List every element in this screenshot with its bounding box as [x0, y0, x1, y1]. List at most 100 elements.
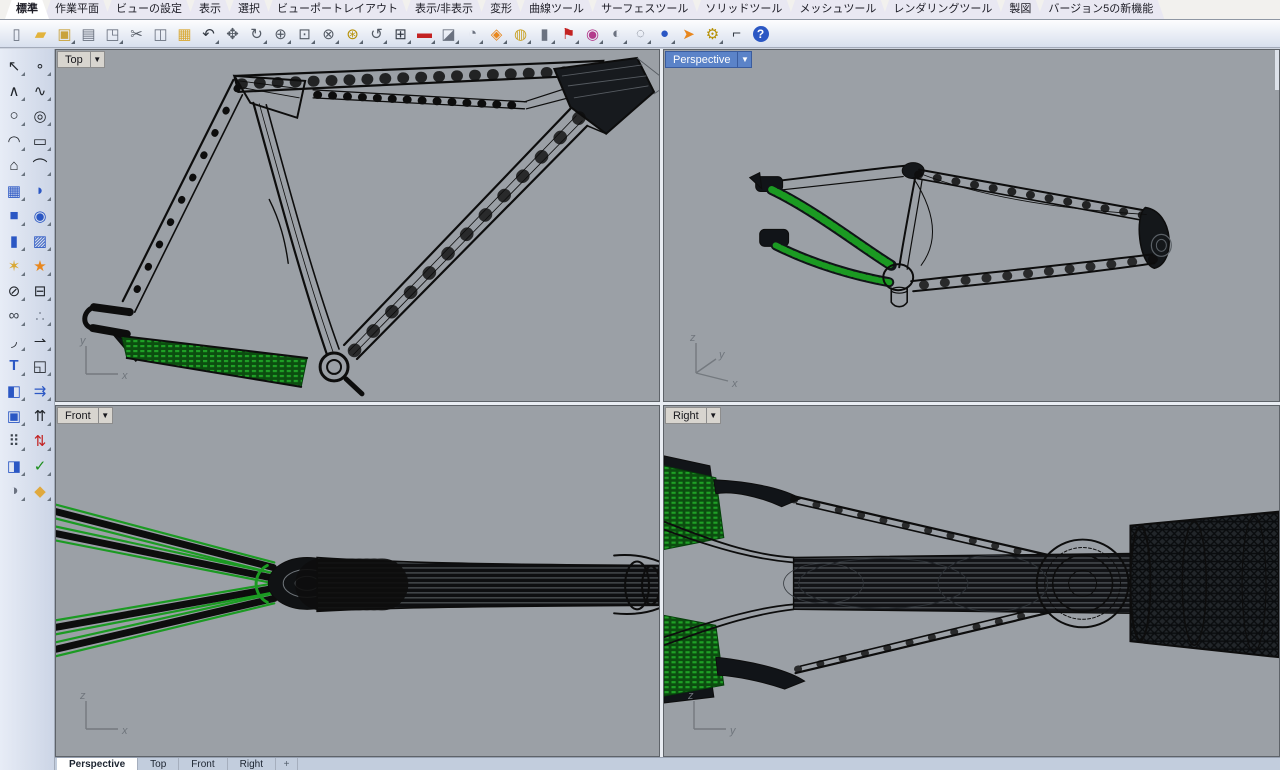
- mirror-icon[interactable]: ◨: [1, 453, 27, 478]
- lock-icon[interactable]: ▮: [533, 22, 556, 45]
- solid-box-icon[interactable]: ▣: [1, 403, 27, 428]
- export-file-icon[interactable]: ◳: [101, 22, 124, 45]
- gears-icon[interactable]: ⚙: [701, 22, 724, 45]
- array-icon[interactable]: ⠿: [1, 428, 27, 453]
- menu-tab-curve-tools[interactable]: 曲線ツール: [518, 0, 595, 19]
- offset-icon[interactable]: ⇉: [27, 378, 53, 403]
- handle-curve-icon[interactable]: ⌒: [27, 153, 53, 178]
- viewport-tab-right[interactable]: Right: [228, 758, 276, 770]
- join-icon[interactable]: ∞: [1, 303, 27, 328]
- help-icon[interactable]: ?: [749, 22, 772, 45]
- point-edit-icon[interactable]: ◱: [27, 353, 53, 378]
- rotate-view-icon[interactable]: ↻: [245, 22, 268, 45]
- polygon-icon[interactable]: ⌂: [1, 153, 27, 178]
- cone-icon[interactable]: ➤: [677, 22, 700, 45]
- viewport-tab-perspective[interactable]: Perspective: [57, 758, 139, 770]
- viewport-tab-front[interactable]: Front: [179, 758, 228, 770]
- open-file-icon[interactable]: ▰: [29, 22, 52, 45]
- cut-icon[interactable]: ✂: [125, 22, 148, 45]
- menu-tab-view-settings[interactable]: ビューの設定: [105, 0, 193, 19]
- chevron-down-icon[interactable]: ▼: [91, 55, 104, 64]
- zoom-selected-icon[interactable]: ⊛: [341, 22, 364, 45]
- pennant-icon[interactable]: ⚑: [557, 22, 580, 45]
- viewport-right[interactable]: Right ▼ z y: [663, 405, 1280, 757]
- ellipse-icon[interactable]: ◎: [27, 103, 53, 128]
- pan-icon[interactable]: ✥: [221, 22, 244, 45]
- curved-surface-icon[interactable]: ◗: [27, 178, 53, 203]
- paste-icon[interactable]: ▦: [173, 22, 196, 45]
- chevron-down-icon[interactable]: ▼: [707, 411, 720, 420]
- viewport-title-front[interactable]: Front ▼: [57, 407, 113, 424]
- extend-curve-icon[interactable]: ⇀: [27, 328, 53, 353]
- history-icon[interactable]: ⌐: [725, 22, 748, 45]
- extrude-icon[interactable]: ⇈: [27, 403, 53, 428]
- polyline-icon[interactable]: ∧: [1, 78, 27, 103]
- explode-icon[interactable]: ★: [27, 253, 53, 278]
- curve-icon[interactable]: ∿: [27, 78, 53, 103]
- menu-tab-render-tools[interactable]: レンダリングツール: [882, 0, 1003, 19]
- dial-icon[interactable]: ◔: [461, 22, 484, 45]
- axis-align-icon[interactable]: ⇅: [27, 428, 53, 453]
- point-icon[interactable]: ∘: [27, 53, 53, 78]
- spheres-icon[interactable]: ◉: [27, 203, 53, 228]
- viewport-front[interactable]: Front ▼ z x: [55, 405, 660, 757]
- select-arrow-icon[interactable]: ↖: [1, 53, 27, 78]
- menu-tab-display[interactable]: 表示: [188, 0, 232, 19]
- viewport-perspective[interactable]: Perspective ▼ z y x: [663, 49, 1280, 402]
- menu-tab-viewport-layout[interactable]: ビューポートレイアウト: [266, 0, 409, 19]
- group-icon[interactable]: ∴: [27, 303, 53, 328]
- rectangle-icon[interactable]: ▭: [27, 128, 53, 153]
- mesh-plane-icon[interactable]: ▨: [27, 228, 53, 253]
- viewport-title-perspective[interactable]: Perspective ▼: [665, 51, 753, 68]
- color-wheel-icon[interactable]: ◉: [581, 22, 604, 45]
- ghosted-sphere-icon[interactable]: ◌: [629, 22, 652, 45]
- copy-icon[interactable]: ◫: [149, 22, 172, 45]
- menu-tab-cplane[interactable]: 作業平面: [44, 0, 110, 19]
- zoom-extents-icon[interactable]: ⊗: [317, 22, 340, 45]
- car-icon[interactable]: ▬: [413, 22, 436, 45]
- trim-icon[interactable]: ⊘: [1, 278, 27, 303]
- save-icon[interactable]: ▣: [53, 22, 76, 45]
- circle-icon[interactable]: ○: [1, 103, 27, 128]
- zoom-in-icon[interactable]: ⊕: [269, 22, 292, 45]
- menu-tab-drafting[interactable]: 製図: [998, 0, 1042, 19]
- viewport-layout-icon[interactable]: ⊞: [389, 22, 412, 45]
- menu-tab-v5-new-features[interactable]: バージョン5の新機能: [1037, 0, 1164, 19]
- menu-tab-visibility[interactable]: 表示/非表示: [404, 0, 484, 19]
- gumball-icon[interactable]: ◆: [27, 478, 53, 503]
- split-icon[interactable]: ⊟: [27, 278, 53, 303]
- undo-icon[interactable]: ↶: [197, 22, 220, 45]
- print-icon[interactable]: ▤: [77, 22, 100, 45]
- new-file-icon[interactable]: ▯: [5, 22, 28, 45]
- zoom-window-icon[interactable]: ⊡: [293, 22, 316, 45]
- blocks-icon[interactable]: ◧: [1, 378, 27, 403]
- viewport-title-top[interactable]: Top ▼: [57, 51, 105, 68]
- boolean-union-icon[interactable]: ✶: [1, 253, 27, 278]
- rendered-sphere-icon[interactable]: ●: [653, 22, 676, 45]
- osnap-icon[interactable]: ◈: [485, 22, 508, 45]
- chevron-down-icon[interactable]: ▼: [99, 411, 112, 420]
- map-icon[interactable]: ◪: [437, 22, 460, 45]
- menu-tab-solid-tools[interactable]: ソリッドツール: [694, 0, 793, 19]
- surface-points-icon[interactable]: ▦: [1, 178, 27, 203]
- menu-tab-transform[interactable]: 変形: [479, 0, 523, 19]
- boolean-diff-icon[interactable]: ◑: [1, 478, 27, 503]
- viewport-tab-top[interactable]: Top: [138, 758, 180, 770]
- check-icon[interactable]: ✓: [27, 453, 53, 478]
- chevron-down-icon[interactable]: ▼: [738, 55, 751, 64]
- fillet-curve-icon[interactable]: ◞: [1, 328, 27, 353]
- box-icon[interactable]: ■: [1, 203, 27, 228]
- menu-tab-surface-tools[interactable]: サーフェスツール: [590, 0, 699, 19]
- cylinder-icon[interactable]: ▮: [1, 228, 27, 253]
- lightbulb-icon[interactable]: ◍: [509, 22, 532, 45]
- add-viewport-tab-button[interactable]: +: [276, 758, 298, 770]
- arc-icon[interactable]: ◠: [1, 128, 27, 153]
- viewport-top[interactable]: Top ▼ y x: [55, 49, 660, 402]
- menu-tab-select[interactable]: 選択: [227, 0, 271, 19]
- shaded-sphere-icon[interactable]: ◐: [605, 22, 628, 45]
- menu-tab-standard[interactable]: 標準: [5, 0, 49, 19]
- text-icon[interactable]: T: [1, 353, 27, 378]
- undo-view-icon[interactable]: ↺: [365, 22, 388, 45]
- viewport-title-right[interactable]: Right ▼: [665, 407, 721, 424]
- menu-tab-mesh-tools[interactable]: メッシュツール: [788, 0, 887, 19]
